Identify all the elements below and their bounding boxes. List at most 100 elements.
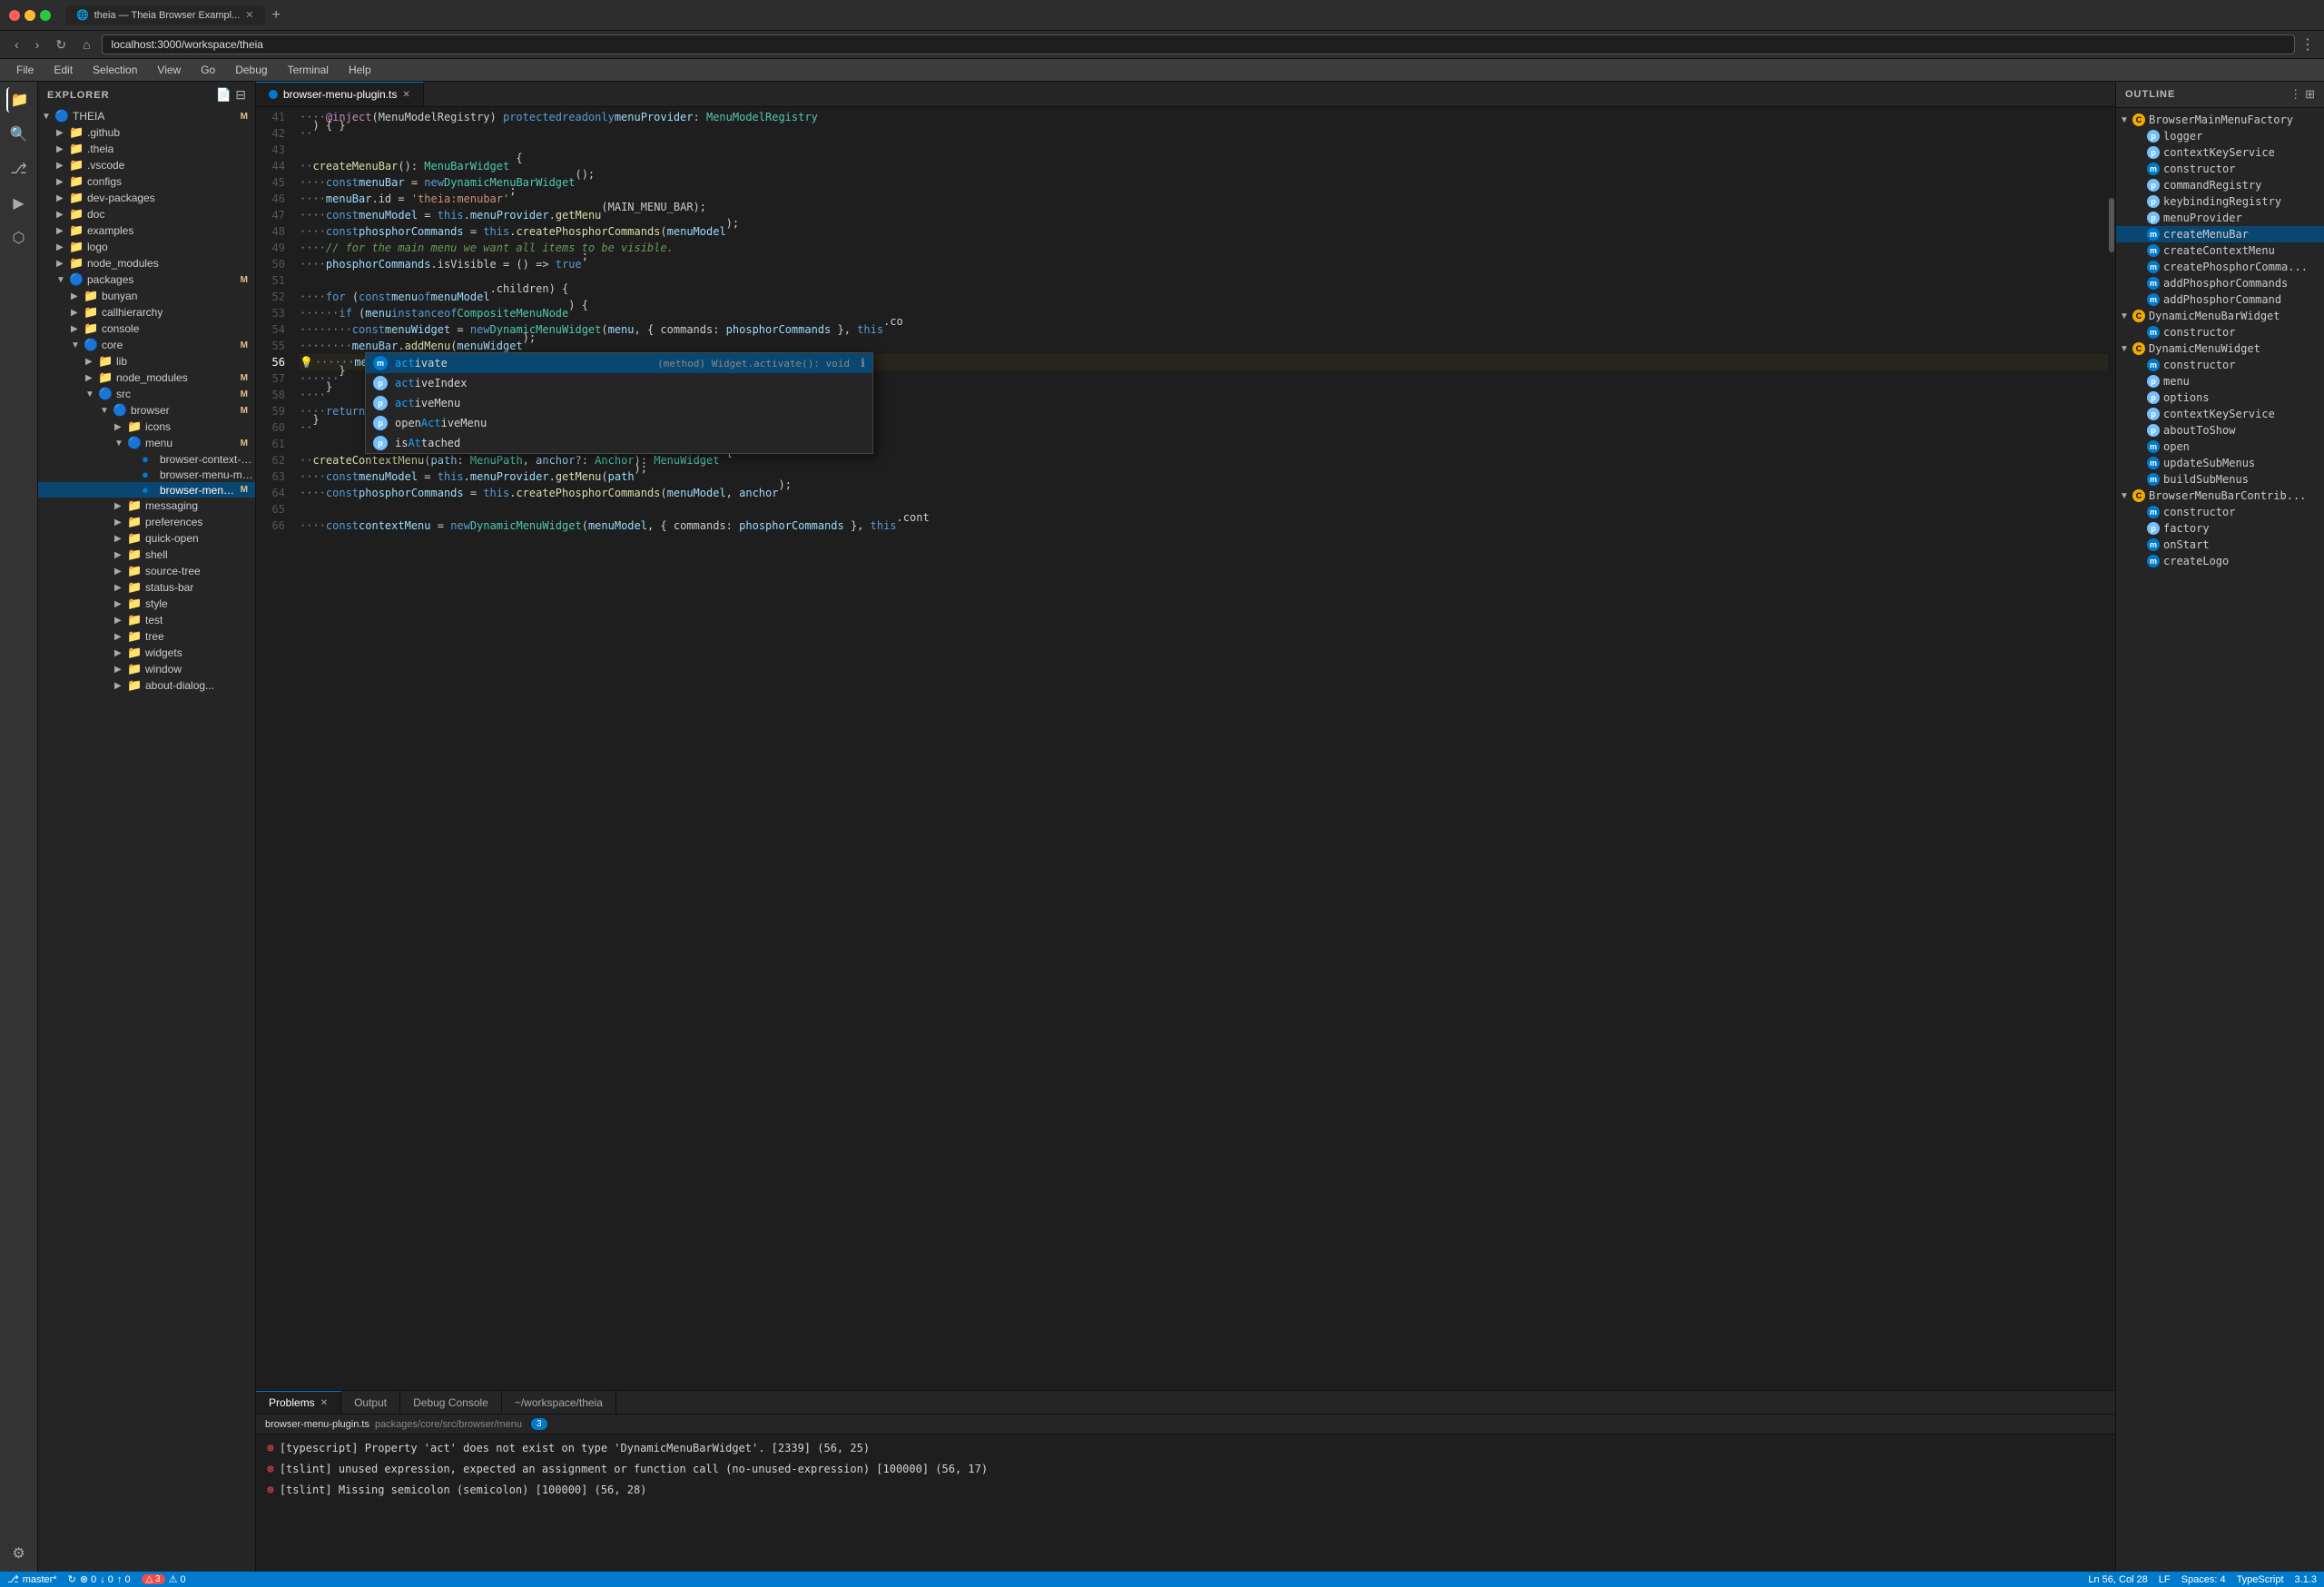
tab-close-icon[interactable]: ✕ bbox=[245, 9, 253, 21]
sidebar-item-browser-context-menu[interactable]: ▶ ● browser-context-menu-r... bbox=[38, 451, 255, 467]
language-mode[interactable]: TypeScript bbox=[2237, 1574, 2284, 1585]
outline-item-constructor-2[interactable]: ▶ m constructor bbox=[2116, 324, 2324, 340]
sidebar-item-doc[interactable]: ▶ 📁 doc bbox=[38, 206, 255, 222]
close-button[interactable] bbox=[9, 10, 20, 21]
outline-item-updateSubMenus[interactable]: ▶ m updateSubMenus bbox=[2116, 455, 2324, 471]
code-editor[interactable]: 41 42 43 44 45 46 47 48 49 50 51 52 bbox=[256, 107, 2115, 1390]
error-warning-count[interactable]: △ 3 ⚠ 0 bbox=[142, 1573, 186, 1585]
sidebar-item-examples[interactable]: ▶ 📁 examples bbox=[38, 222, 255, 239]
autocomplete-item-activeIndex[interactable]: p activeIndex bbox=[366, 373, 872, 393]
outline-item-menu[interactable]: ▶ p menu bbox=[2116, 373, 2324, 389]
problem-item-3[interactable]: ⊗ [tslint] Missing semicolon (semicolon)… bbox=[263, 1480, 2108, 1501]
sidebar-item-src[interactable]: ▼ 🔵 src M bbox=[38, 386, 255, 402]
problem-item-1[interactable]: ⊗ [typescript] Property 'act' does not e… bbox=[263, 1438, 2108, 1459]
outline-item-DynamicMenuWidget[interactable]: ▼ C DynamicMenuWidget bbox=[2116, 340, 2324, 357]
sidebar-item-theia[interactable]: ▶ 📁 .theia bbox=[38, 141, 255, 157]
outline-settings-icon[interactable]: ⊞ bbox=[2305, 87, 2315, 102]
panel-tab-output[interactable]: Output bbox=[341, 1391, 400, 1414]
explorer-icon[interactable]: 📁 bbox=[6, 87, 32, 113]
debug-icon[interactable]: ▶ bbox=[6, 191, 32, 216]
sidebar-item-shell[interactable]: ▶ 📁 shell bbox=[38, 547, 255, 563]
sidebar-item-widgets[interactable]: ▶ 📁 widgets bbox=[38, 645, 255, 661]
outline-item-open[interactable]: ▶ m open bbox=[2116, 439, 2324, 455]
minimize-button[interactable] bbox=[25, 10, 35, 21]
outline-item-addPhosphorCommand[interactable]: ▶ m addPhosphorCommand bbox=[2116, 291, 2324, 308]
menu-debug[interactable]: Debug bbox=[226, 61, 276, 79]
outline-item-BrowserMenuBarContrib[interactable]: ▼ C BrowserMenuBarContrib... bbox=[2116, 488, 2324, 504]
cursor-position[interactable]: Ln 56, Col 28 bbox=[2088, 1574, 2147, 1585]
sidebar-item-messaging[interactable]: ▶ 📁 messaging bbox=[38, 498, 255, 514]
sidebar-item-node-modules[interactable]: ▶ 📁 node_modules bbox=[38, 255, 255, 271]
problem-item-2[interactable]: ⊗ [tslint] unused expression, expected a… bbox=[263, 1459, 2108, 1480]
outline-item-BrowserMainMenuFactory[interactable]: ▼ C BrowserMainMenuFactory bbox=[2116, 112, 2324, 128]
sidebar-item-vscode[interactable]: ▶ 📁 .vscode bbox=[38, 157, 255, 173]
sidebar-item-console[interactable]: ▶ 📁 console bbox=[38, 320, 255, 337]
autocomplete-item-activeMenu[interactable]: p activeMenu bbox=[366, 393, 872, 413]
outline-item-createContextMenu[interactable]: ▶ m createContextMenu bbox=[2116, 242, 2324, 259]
sidebar-item-menu[interactable]: ▼ 🔵 menu M bbox=[38, 435, 255, 451]
sidebar-item-icons[interactable]: ▶ 📁 icons bbox=[38, 419, 255, 435]
extensions-icon[interactable]: ⬡ bbox=[6, 225, 32, 251]
panel-tab-close-icon[interactable]: ✕ bbox=[320, 1398, 328, 1408]
sidebar-item-browser[interactable]: ▼ 🔵 browser M bbox=[38, 402, 255, 419]
sidebar-item-core[interactable]: ▼ 🔵 core M bbox=[38, 337, 255, 353]
sidebar-item-packages[interactable]: ▼ 🔵 packages M bbox=[38, 271, 255, 288]
panel-tab-terminal[interactable]: ~/workspace/theia bbox=[502, 1391, 616, 1414]
panel-tab-debug-console[interactable]: Debug Console bbox=[400, 1391, 502, 1414]
home-button[interactable]: ⌂ bbox=[77, 35, 95, 54]
address-bar[interactable] bbox=[102, 34, 2295, 54]
outline-item-factory[interactable]: ▶ p factory bbox=[2116, 520, 2324, 537]
sidebar-item-lib[interactable]: ▶ 📁 lib bbox=[38, 353, 255, 370]
browser-tab[interactable]: 🌐 theia — Theia Browser Exampl... ✕ bbox=[65, 5, 265, 25]
reload-button[interactable]: ↻ bbox=[50, 35, 72, 54]
sidebar-item-style[interactable]: ▶ 📁 style bbox=[38, 596, 255, 612]
menu-edit[interactable]: Edit bbox=[44, 61, 82, 79]
sidebar-item-about-dialog[interactable]: ▶ 📁 about-dialog... bbox=[38, 677, 255, 694]
git-branch[interactable]: ⎇ master* bbox=[7, 1573, 57, 1585]
sidebar-item-window[interactable]: ▶ 📁 window bbox=[38, 661, 255, 677]
tab-close-icon[interactable]: ✕ bbox=[402, 90, 409, 100]
panel-tab-problems[interactable]: Problems ✕ bbox=[256, 1391, 341, 1414]
menu-terminal[interactable]: Terminal bbox=[279, 61, 338, 79]
sidebar-item-dev-packages[interactable]: ▶ 📁 dev-packages bbox=[38, 190, 255, 206]
sidebar-item-quick-open[interactable]: ▶ 📁 quick-open bbox=[38, 530, 255, 547]
sidebar-item-callhierarchy[interactable]: ▶ 📁 callhierarchy bbox=[38, 304, 255, 320]
outline-item-onStart[interactable]: ▶ m onStart bbox=[2116, 537, 2324, 553]
sidebar-item-bunyan[interactable]: ▶ 📁 bunyan bbox=[38, 288, 255, 304]
autocomplete-item-activate[interactable]: m activate (method) Widget.activate(): v… bbox=[366, 353, 872, 373]
search-icon[interactable]: 🔍 bbox=[6, 122, 32, 147]
outline-item-options[interactable]: ▶ p options bbox=[2116, 389, 2324, 406]
outline-item-createLogo[interactable]: ▶ m createLogo bbox=[2116, 553, 2324, 569]
menu-go[interactable]: Go bbox=[192, 61, 224, 79]
outline-item-constructor-4[interactable]: ▶ m constructor bbox=[2116, 504, 2324, 520]
sidebar-item-configs[interactable]: ▶ 📁 configs bbox=[38, 173, 255, 190]
outline-item-constructor-3[interactable]: ▶ m constructor bbox=[2116, 357, 2324, 373]
nav-menu-icon[interactable]: ⋮ bbox=[2300, 35, 2315, 54]
sidebar-item-tree[interactable]: ▶ 📁 tree bbox=[38, 628, 255, 645]
outline-item-aboutToShow[interactable]: ▶ p aboutToShow bbox=[2116, 422, 2324, 439]
maximize-button[interactable] bbox=[40, 10, 51, 21]
autocomplete-item-isAttached[interactable]: p isAttached bbox=[366, 433, 872, 453]
sidebar-item-test[interactable]: ▶ 📁 test bbox=[38, 612, 255, 628]
outline-item-commandRegistry[interactable]: ▶ p commandRegistry bbox=[2116, 177, 2324, 193]
editor-scrollbar[interactable] bbox=[2108, 107, 2115, 1390]
editor-tab-browser-menu-plugin[interactable]: browser-menu-plugin.ts ✕ bbox=[256, 82, 424, 106]
forward-button[interactable]: › bbox=[30, 35, 45, 54]
scm-icon[interactable]: ⎇ bbox=[6, 156, 32, 182]
sidebar-item-THEIA[interactable]: ▼ 🔵 THEIA M bbox=[38, 108, 255, 124]
sidebar-item-github[interactable]: ▶ 📁 .github bbox=[38, 124, 255, 141]
spaces[interactable]: Spaces: 4 bbox=[2181, 1574, 2226, 1585]
outline-filter-icon[interactable]: ⋮ bbox=[2290, 87, 2301, 102]
outline-item-contextKeyService[interactable]: ▶ p contextKeyService bbox=[2116, 144, 2324, 161]
menu-file[interactable]: File bbox=[7, 61, 43, 79]
menu-view[interactable]: View bbox=[148, 61, 190, 79]
new-tab-button[interactable]: + bbox=[269, 7, 284, 24]
menu-selection[interactable]: Selection bbox=[84, 61, 146, 79]
sidebar-item-source-tree[interactable]: ▶ 📁 source-tree bbox=[38, 563, 255, 579]
sidebar-item-logo[interactable]: ▶ 📁 logo bbox=[38, 239, 255, 255]
sidebar-item-preferences[interactable]: ▶ 📁 preferences bbox=[38, 514, 255, 530]
outline-item-contextKeyService-2[interactable]: ▶ p contextKeyService bbox=[2116, 406, 2324, 422]
menu-help[interactable]: Help bbox=[340, 61, 380, 79]
outline-item-createMenuBar[interactable]: ▶ m createMenuBar bbox=[2116, 226, 2324, 242]
outline-item-DynamicMenuBarWidget[interactable]: ▼ C DynamicMenuBarWidget bbox=[2116, 308, 2324, 324]
